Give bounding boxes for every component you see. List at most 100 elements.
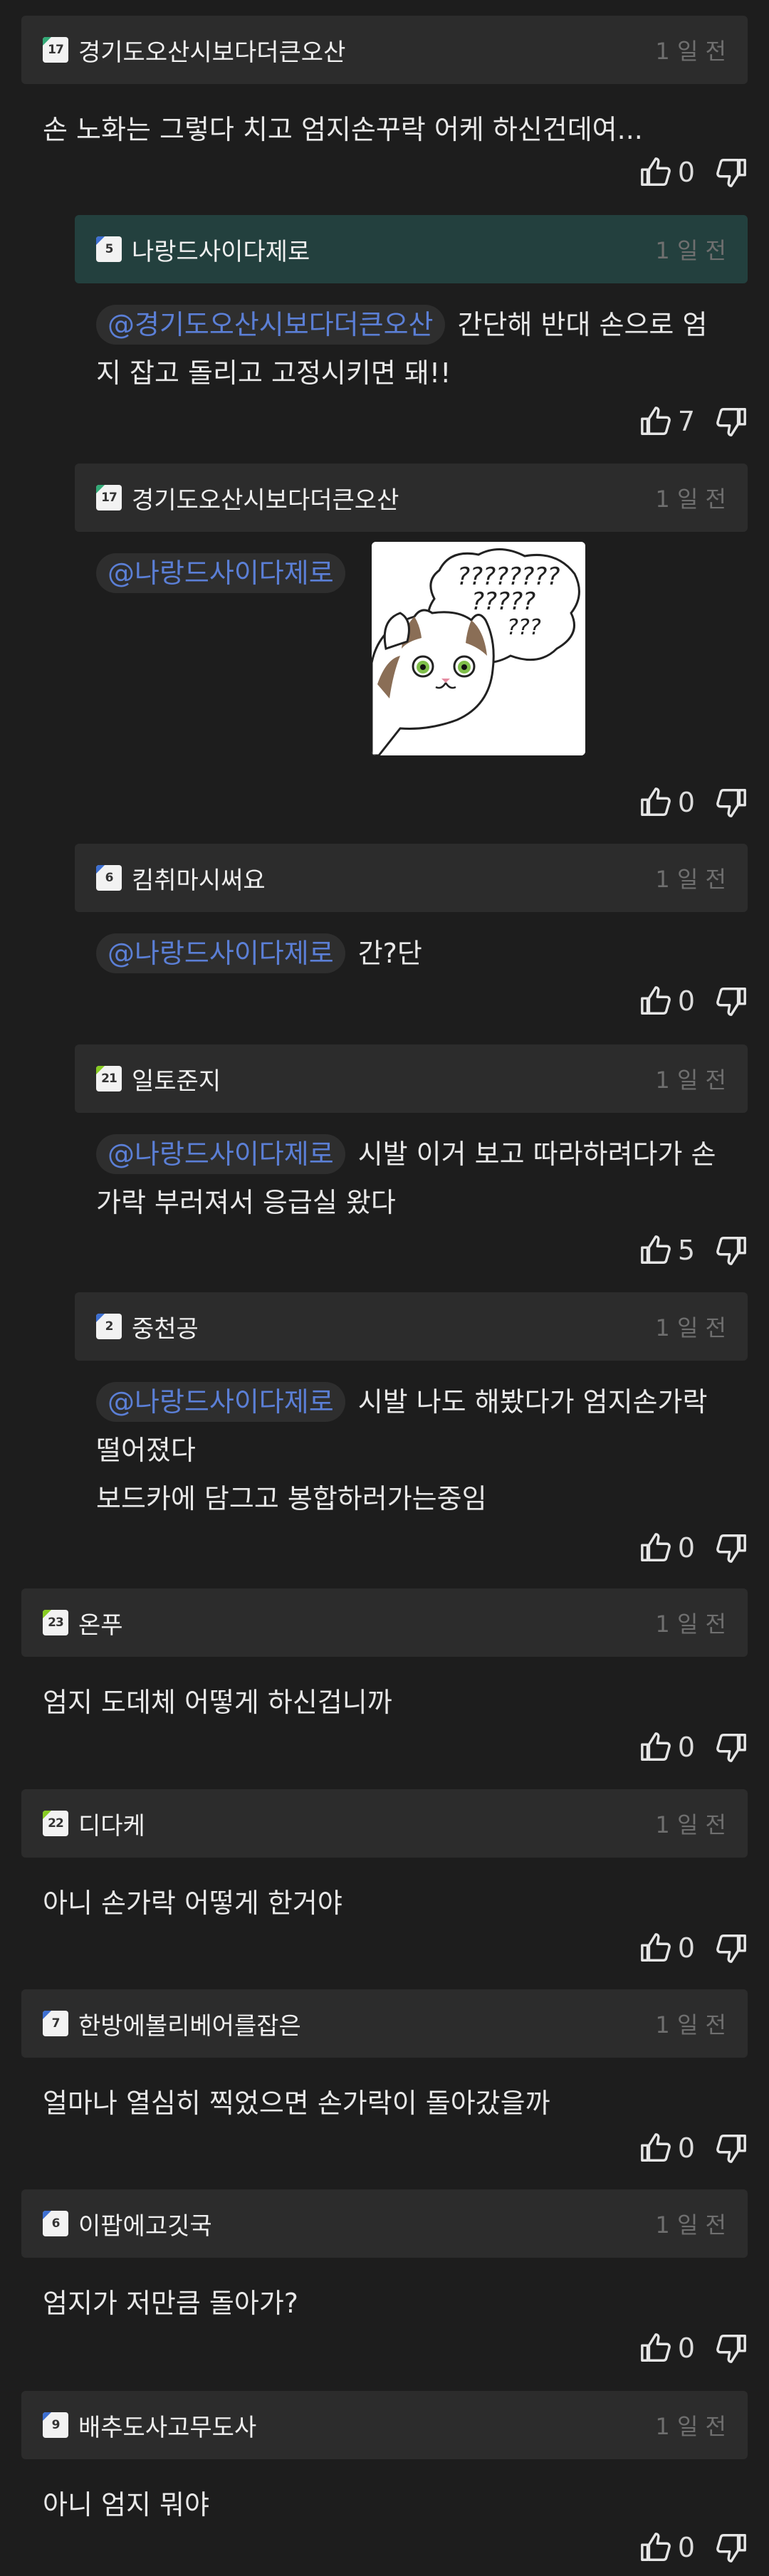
vote-bar: 0 (639, 2327, 748, 2370)
mention-tag[interactable]: @나랑드사이다제로 (96, 933, 345, 973)
vote-bar: 0 (639, 151, 748, 194)
comment-body-line-2: 보드카에 담그고 봉합하러가는중임 (96, 1483, 487, 1514)
timestamp: 1 일 전 (655, 38, 726, 65)
cloud-question-marks: ???????? (457, 562, 560, 591)
comment-body: 얼마나 열심히 찍었으면 손가락이 돌아갔을까 (43, 2088, 550, 2119)
level-badge-icon: 5 (96, 236, 122, 262)
timestamp: 1 일 전 (655, 2211, 726, 2239)
nickname[interactable]: 킴취마시써요 (132, 861, 655, 896)
svg-text:?????: ????? (471, 587, 535, 616)
nickname[interactable]: 한방에볼리베어를잡은 (78, 2006, 655, 2041)
like-count: 7 (677, 406, 695, 437)
mention-tag[interactable]: @경기도오산시보다더큰오산 (96, 305, 445, 345)
thumbs-up-icon[interactable] (639, 1932, 672, 1964)
thumbs-up-icon[interactable] (639, 2531, 672, 2564)
level-badge-icon: 17 (43, 37, 68, 63)
nickname[interactable]: 경기도오산시보다더큰오산 (78, 33, 655, 68)
thumbs-down-icon[interactable] (715, 1234, 748, 1267)
comment-item: 23 온푸 1 일 전 엄지 도데체 어떻게 하신겁니까 (21, 1588, 748, 1727)
mention-tag[interactable]: @나랑드사이다제로 (96, 1134, 345, 1174)
vote-bar: 7 (639, 400, 748, 443)
comment-header: 7 한방에볼리베어를잡은 1 일 전 (21, 1989, 748, 2058)
reply-item: 2 중천공 1 일 전 @나랑드사이다제로 시발 나도 해봤다가 엄지손가락 떨어… (75, 1292, 748, 1523)
thumbs-up-icon[interactable] (639, 786, 672, 819)
mention-tag[interactable]: @나랑드사이다제로 (96, 553, 345, 593)
like-count: 0 (677, 1932, 695, 1964)
timestamp: 1 일 전 (655, 1314, 726, 1341)
thumbs-up-icon[interactable] (639, 2132, 672, 2164)
level-badge-icon: 17 (96, 485, 122, 511)
thumbs-up-icon[interactable] (639, 156, 672, 189)
thumbs-up-icon[interactable] (639, 2332, 672, 2365)
timestamp: 1 일 전 (655, 1067, 726, 1094)
comment-body: 엄지 도데체 어떻게 하신겁니까 (43, 1687, 392, 1718)
like-count: 0 (677, 157, 695, 188)
comment-item: 6 이팝에고깃국 1 일 전 엄지가 저만큼 돌아가? (21, 2189, 748, 2328)
vote-bar: 0 (639, 2526, 748, 2569)
comment-header: 6 이팝에고깃국 1 일 전 (21, 2189, 748, 2258)
nickname[interactable]: 나랑드사이다제로 (132, 232, 655, 267)
reply-item: 6 킴취마시써요 1 일 전 @나랑드사이다제로 간?단 (75, 844, 748, 978)
reaction-image[interactable]: ???????? ????? ??? (372, 542, 585, 755)
thumbs-down-icon[interactable] (715, 2332, 748, 2365)
like-count: 0 (677, 2132, 695, 2164)
thumbs-down-icon[interactable] (715, 1932, 748, 1964)
timestamp: 1 일 전 (655, 2011, 726, 2038)
nickname[interactable]: 온푸 (78, 1606, 655, 1640)
thumbs-down-icon[interactable] (715, 2132, 748, 2164)
comment-item: 22 디다케 1 일 전 아니 손가락 어떻게 한거야 (21, 1789, 748, 1927)
level-badge-icon: 7 (43, 2011, 68, 2036)
thumbs-down-icon[interactable] (715, 1731, 748, 1764)
comment-text: @나랑드사이다제로 시발 나도 해봤다가 엄지손가락 떨어졌다 보드카에 담그고 … (75, 1361, 748, 1523)
thumbs-up-icon[interactable] (639, 1532, 672, 1564)
thumbs-down-icon[interactable] (715, 985, 748, 1017)
timestamp: 1 일 전 (655, 866, 726, 893)
comment-text: @경기도오산시보다더큰오산 간단해 반대 손으로 엄지 잡고 돌리고 고정시키면 … (75, 283, 748, 397)
nickname[interactable]: 경기도오산시보다더큰오산 (132, 481, 655, 515)
timestamp: 1 일 전 (655, 486, 726, 513)
mention-tag[interactable]: @나랑드사이다제로 (96, 1382, 345, 1422)
thumbs-up-icon[interactable] (639, 985, 672, 1017)
nickname[interactable]: 배추도사고무도사 (78, 2408, 655, 2443)
like-count: 0 (677, 2532, 695, 2563)
level-badge-icon: 9 (43, 2412, 68, 2438)
comment-body: 아니 엄지 뭐야 (43, 2489, 209, 2520)
comment-item: 17 경기도오산시보다더큰오산 1 일 전 손 노화는 그렇다 치고 엄지손꾸락… (21, 16, 748, 154)
svg-text:???: ??? (507, 615, 541, 640)
like-count: 0 (677, 985, 695, 1017)
level-number: 21 (101, 1072, 117, 1086)
reply-item: 5 나랑드사이다제로 1 일 전 @경기도오산시보다더큰오산 간단해 반대 손으로… (75, 215, 748, 397)
reply-item: 21 일토준지 1 일 전 @나랑드사이다제로 시발 이거 보고 따라하려다가 손… (75, 1044, 748, 1227)
nickname[interactable]: 일토준지 (132, 1062, 655, 1096)
timestamp: 1 일 전 (655, 1611, 726, 1638)
nickname[interactable]: 중천공 (132, 1309, 655, 1344)
level-number: 22 (48, 1816, 64, 1831)
nickname[interactable]: 디다케 (78, 1806, 655, 1841)
comment-header: 22 디다케 1 일 전 (21, 1789, 748, 1858)
thumbs-down-icon[interactable] (715, 156, 748, 189)
level-badge-icon: 22 (43, 1811, 68, 1836)
level-badge-icon: 23 (43, 1610, 68, 1635)
confused-cat-image: ???????? ????? ??? (372, 542, 585, 755)
comment-text: 엄지가 저만큼 돌아가? (21, 2258, 748, 2328)
thumbs-up-icon[interactable] (639, 1234, 672, 1267)
thumbs-down-icon[interactable] (715, 1532, 748, 1564)
thumbs-down-icon[interactable] (715, 405, 748, 438)
level-number: 17 (48, 43, 64, 57)
comment-header: 9 배추도사고무도사 1 일 전 (21, 2391, 748, 2459)
comment-header: 6 킴취마시써요 1 일 전 (75, 844, 748, 912)
nickname[interactable]: 이팝에고깃국 (78, 2206, 655, 2241)
comment-header: 23 온푸 1 일 전 (21, 1588, 748, 1657)
vote-bar: 0 (639, 980, 748, 1022)
vote-bar: 0 (639, 1726, 748, 1769)
level-number: 6 (51, 2216, 61, 2231)
comment-body: 엄지가 저만큼 돌아가? (43, 2288, 298, 2319)
thumbs-down-icon[interactable] (715, 786, 748, 819)
thumbs-down-icon[interactable] (715, 2531, 748, 2564)
vote-bar: 5 (639, 1229, 748, 1272)
comment-body: 아니 손가락 어떻게 한거야 (43, 1888, 342, 1919)
thumbs-up-icon[interactable] (639, 405, 672, 438)
thumbs-up-icon[interactable] (639, 1731, 672, 1764)
comment-text: 손 노화는 그렇다 치고 엄지손꾸락 어케 하신건데여... (21, 84, 748, 154)
like-count: 0 (677, 787, 695, 818)
